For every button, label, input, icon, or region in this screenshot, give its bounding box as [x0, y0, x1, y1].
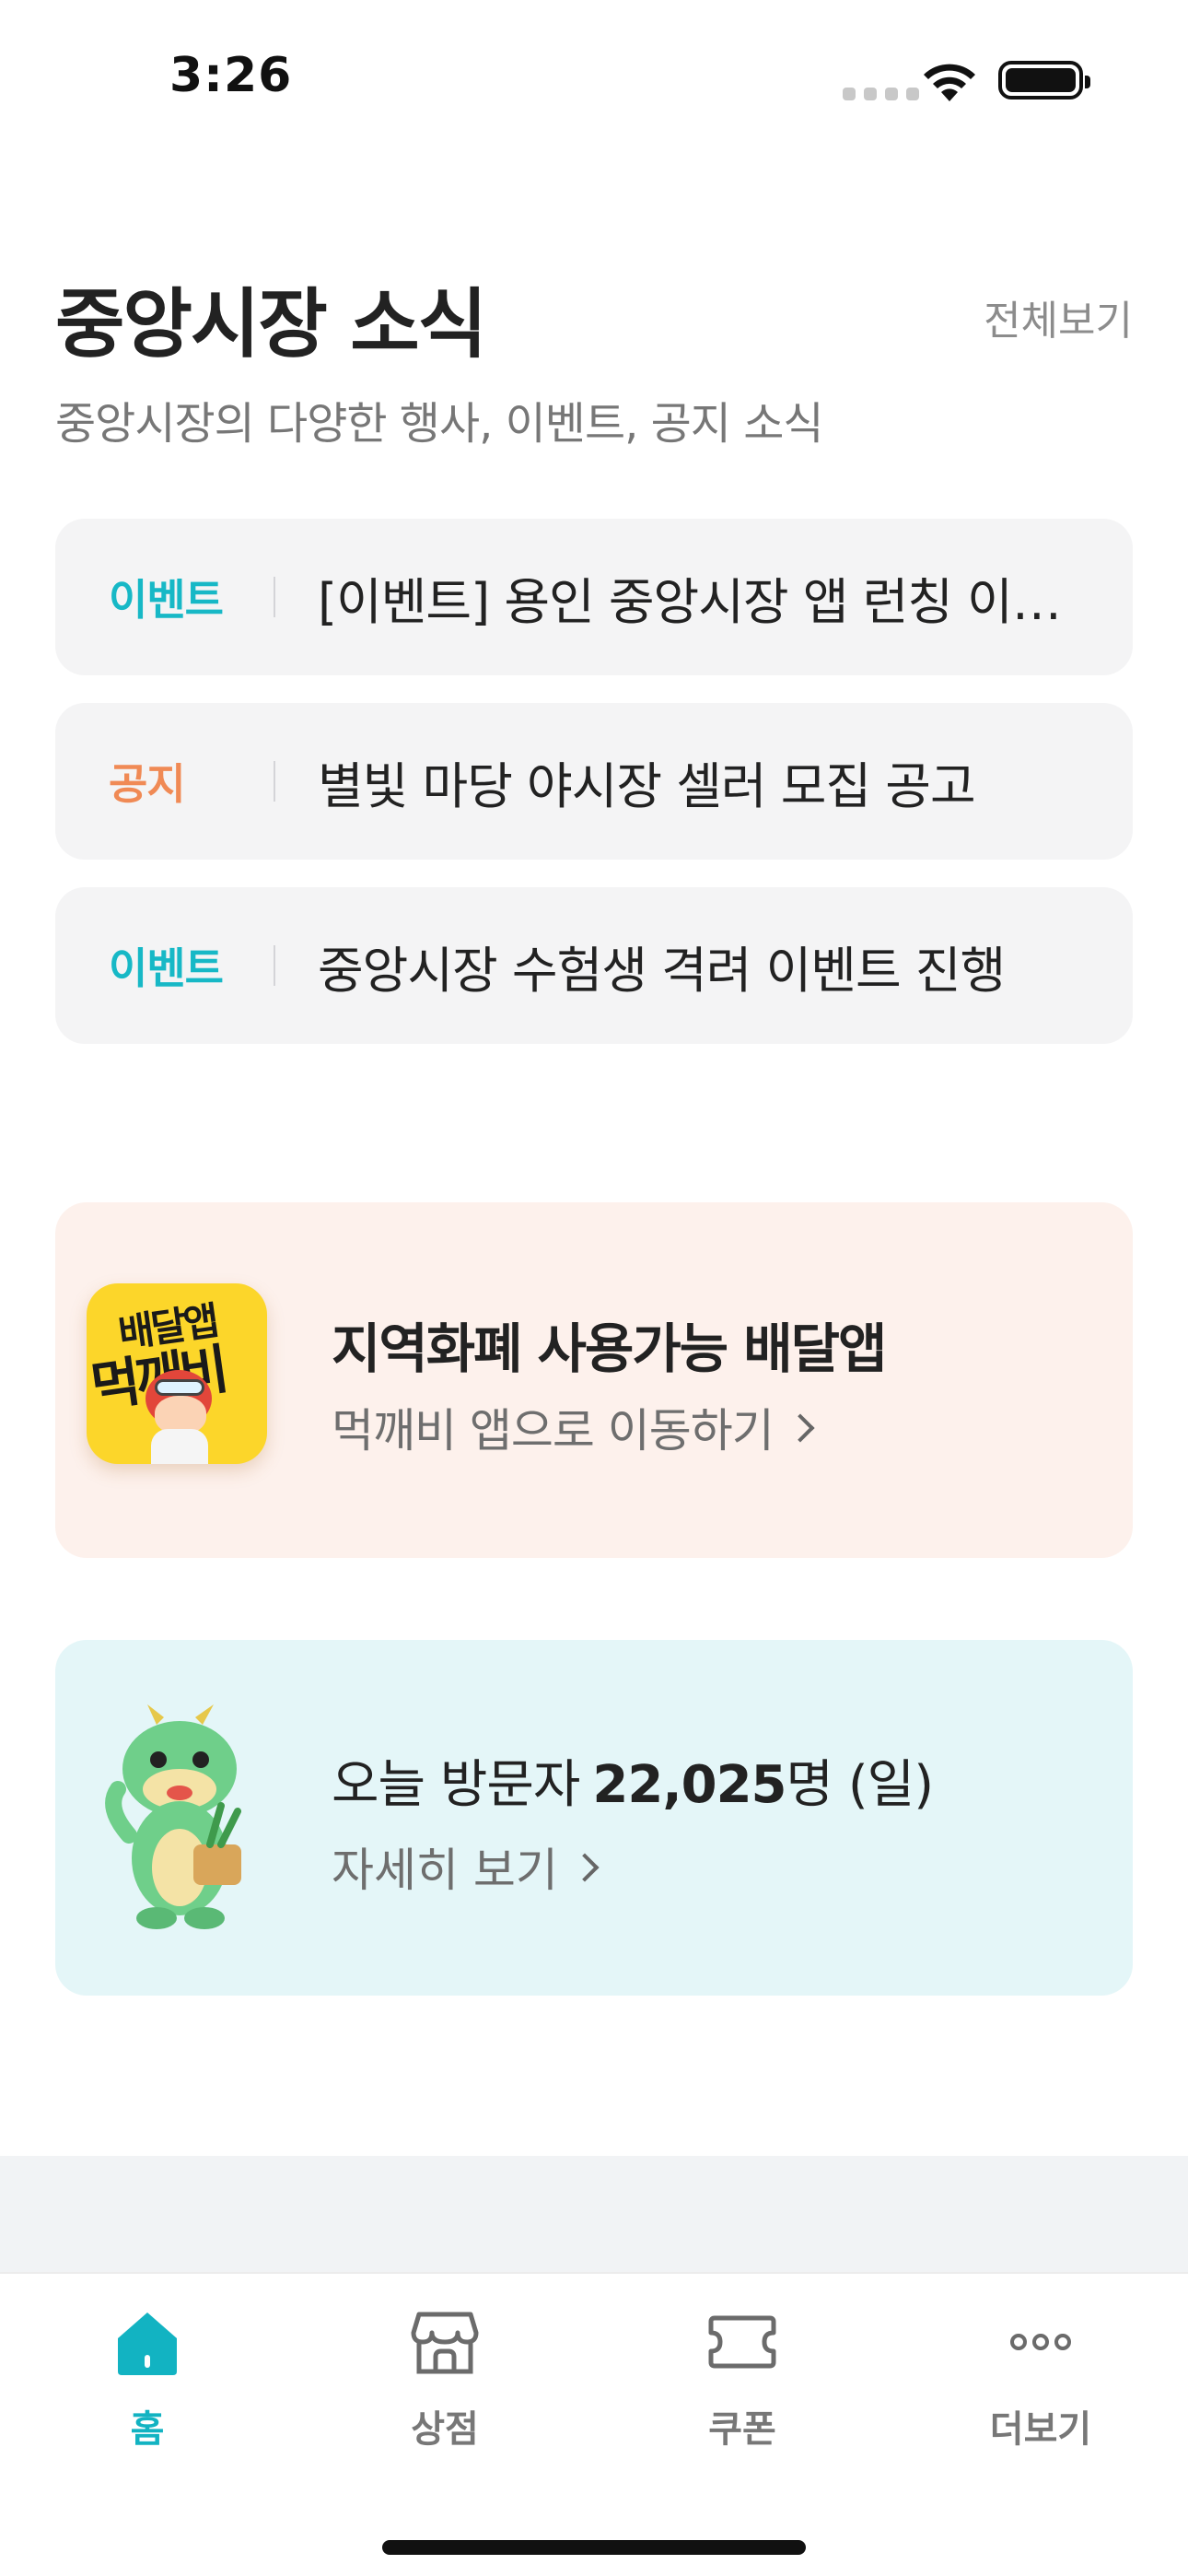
- cellular-signal-icon: [843, 88, 919, 100]
- visitor-count: 오늘 방문자 22,025명 (일): [332, 1743, 935, 1818]
- section-separator: [0, 2156, 1188, 2272]
- tab-more[interactable]: 더보기: [949, 2305, 1133, 2471]
- event-tag: 이벤트: [109, 575, 224, 625]
- status-bar: 3:26: [0, 0, 1188, 157]
- news-item[interactable]: 공지 별빛 마당 야시장 셀러 모집 공고: [55, 703, 1133, 860]
- divider: [274, 945, 275, 986]
- home-icon: [118, 2313, 177, 2375]
- mukkebi-app-icon: 배달앱 먹깨비: [87, 1283, 267, 1464]
- tab-store[interactable]: 상점: [353, 2305, 537, 2471]
- visitor-details-link[interactable]: 자세히 보기: [332, 1833, 600, 1900]
- tab-label: 상점: [411, 2408, 479, 2451]
- more-icon: [1010, 2334, 1071, 2350]
- news-list: 이벤트 [이벤트] 용인 중앙시장 앱 런칭 이벤트 공지 별빛 마당 야시장 …: [55, 519, 1133, 1071]
- notice-tag: 공지: [109, 759, 186, 809]
- news-title: 별빛 마당 야시장 셀러 모집 공고: [318, 756, 976, 815]
- section-subtitle: 중앙시장의 다양한 행사, 이벤트, 공지 소식: [55, 398, 824, 450]
- news-title: [이벤트] 용인 중앙시장 앱 런칭 이벤트: [318, 572, 1068, 631]
- chevron-right-icon: [786, 1413, 815, 1443]
- delivery-app-link[interactable]: 먹깨비 앱으로 이동하기: [332, 1394, 815, 1460]
- wifi-icon: [924, 64, 975, 101]
- visitor-count-card[interactable]: 오늘 방문자 22,025명 (일) 자세히 보기: [55, 1640, 1133, 1996]
- visitor-link-label: 자세히 보기: [332, 1844, 558, 1897]
- visitor-count-unit: 명 (일): [786, 1755, 935, 1815]
- battery-icon: [998, 61, 1090, 100]
- store-icon: [411, 2312, 479, 2374]
- section-title: 중앙시장 소식: [55, 281, 487, 369]
- visitor-count-value: 22,025: [592, 1755, 786, 1815]
- tab-label: 더보기: [989, 2408, 1092, 2451]
- event-tag: 이벤트: [109, 943, 224, 993]
- divider: [274, 761, 275, 802]
- visitor-label: 오늘 방문자: [332, 1755, 580, 1815]
- news-item[interactable]: 이벤트 중앙시장 수험생 격려 이벤트 진행: [55, 887, 1133, 1044]
- coupon-icon: [708, 2315, 776, 2369]
- tab-label: 쿠폰: [708, 2408, 776, 2451]
- tab-label: 홈: [130, 2408, 165, 2451]
- delivery-banner-title: 지역화폐 사용가능 배달앱: [332, 1317, 887, 1380]
- delivery-app-banner[interactable]: 배달앱 먹깨비 지역화폐 사용가능 배달앱 먹깨비 앱으로 이동하기: [55, 1202, 1133, 1558]
- view-all-link[interactable]: 전체보기: [984, 287, 1133, 346]
- divider: [274, 577, 275, 617]
- chevron-right-icon: [570, 1853, 600, 1882]
- news-item[interactable]: 이벤트 [이벤트] 용인 중앙시장 앱 런칭 이벤트: [55, 519, 1133, 675]
- delivery-link-label: 먹깨비 앱으로 이동하기: [332, 1404, 775, 1458]
- home-indicator: [382, 2540, 806, 2555]
- news-title: 중앙시장 수험생 격려 이벤트 진행: [318, 941, 1006, 1000]
- tab-coupon[interactable]: 쿠폰: [650, 2305, 834, 2471]
- dragon-mascot-icon: [105, 1704, 241, 1929]
- tab-home[interactable]: 홈: [55, 2305, 239, 2471]
- status-time: 3:26: [169, 48, 293, 103]
- bottom-tab-bar: 홈 상점 쿠폰 더보기: [0, 2272, 1188, 2576]
